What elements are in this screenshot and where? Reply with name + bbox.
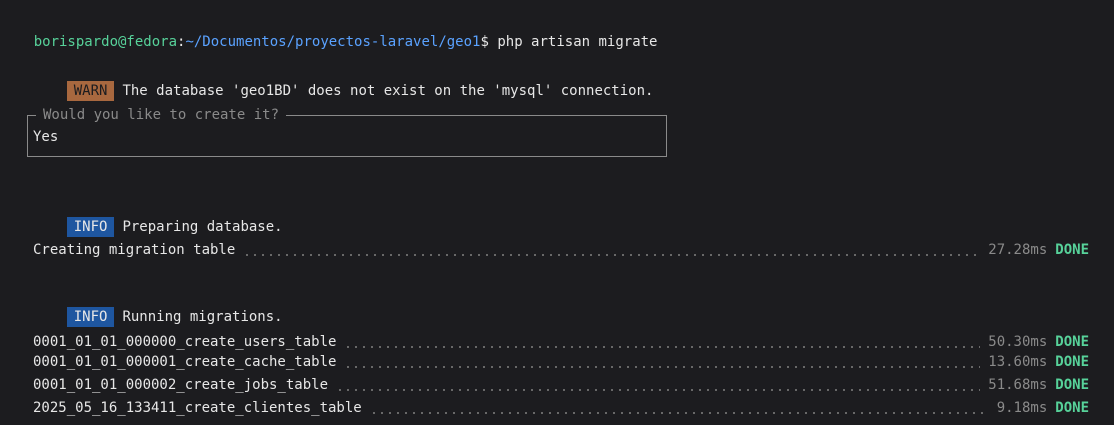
dot-leader — [344, 332, 981, 352]
warn-badge: WARN — [66, 81, 115, 101]
migration-time: 50.30ms — [988, 334, 1048, 350]
migration-name: 2025_05_16_133411_create_clientes_table — [33, 400, 362, 416]
task-name: Creating migration table — [33, 242, 236, 258]
dot-leader — [336, 375, 981, 395]
dot-leader — [243, 240, 981, 260]
migration-row: 0001_01_01_000001_create_cache_table 13.… — [33, 352, 1089, 372]
warn-message: The database 'geo1BD' does not exist on … — [122, 83, 654, 99]
info-preparing-line: INFO Preparing database. — [33, 197, 283, 237]
info-preparing-message: Preparing database. — [122, 219, 283, 235]
migration-table-row: Creating migration table 27.28ms DONE — [33, 240, 1089, 260]
dot-leader — [369, 398, 989, 418]
command-prompt-line: borispardo@fedora:~/Documentos/proyectos… — [0, 12, 658, 50]
migration-time: 13.60ms — [988, 354, 1048, 370]
migration-status: DONE — [1055, 377, 1089, 393]
task-status: DONE — [1055, 242, 1089, 258]
migration-time: 9.18ms — [996, 400, 1048, 416]
terminal-window[interactable]: borispardo@fedora:~/Documentos/proyectos… — [0, 0, 1114, 425]
migration-status: DONE — [1055, 334, 1089, 350]
info-running-message: Running migrations. — [122, 309, 283, 325]
task-time: 27.28ms — [988, 242, 1048, 258]
migration-time: 51.68ms — [988, 377, 1048, 393]
prompt-path: ~/Documentos/proyectos-laravel/geo1 — [185, 34, 481, 50]
migration-row: 2025_05_16_133411_create_clientes_table … — [33, 398, 1089, 418]
prompt-dollar: $ — [480, 34, 489, 50]
confirm-prompt-box[interactable]: Would you like to create it? Yes — [27, 105, 667, 157]
confirm-question: Would you like to create it? — [36, 105, 287, 125]
info-running-line: INFO Running migrations. — [33, 287, 283, 327]
prompt-user-host: borispardo@fedora — [33, 34, 178, 50]
migration-row: 0001_01_01_000000_create_users_table 50.… — [33, 332, 1089, 352]
info-badge: INFO — [66, 217, 115, 237]
info-badge: INFO — [66, 307, 115, 327]
command-text: php artisan migrate — [497, 34, 658, 50]
migration-status: DONE — [1055, 354, 1089, 370]
migration-name: 0001_01_01_000001_create_cache_table — [33, 354, 337, 370]
dot-leader — [344, 352, 981, 372]
migration-name: 0001_01_01_000000_create_users_table — [33, 334, 337, 350]
migration-name: 0001_01_01_000002_create_jobs_table — [33, 377, 329, 393]
migration-row: 0001_01_01_000002_create_jobs_table 51.6… — [33, 375, 1089, 395]
warn-line: WARN The database 'geo1BD' does not exist… — [33, 61, 653, 101]
confirm-answer[interactable]: Yes — [33, 127, 58, 147]
migration-status: DONE — [1055, 400, 1089, 416]
